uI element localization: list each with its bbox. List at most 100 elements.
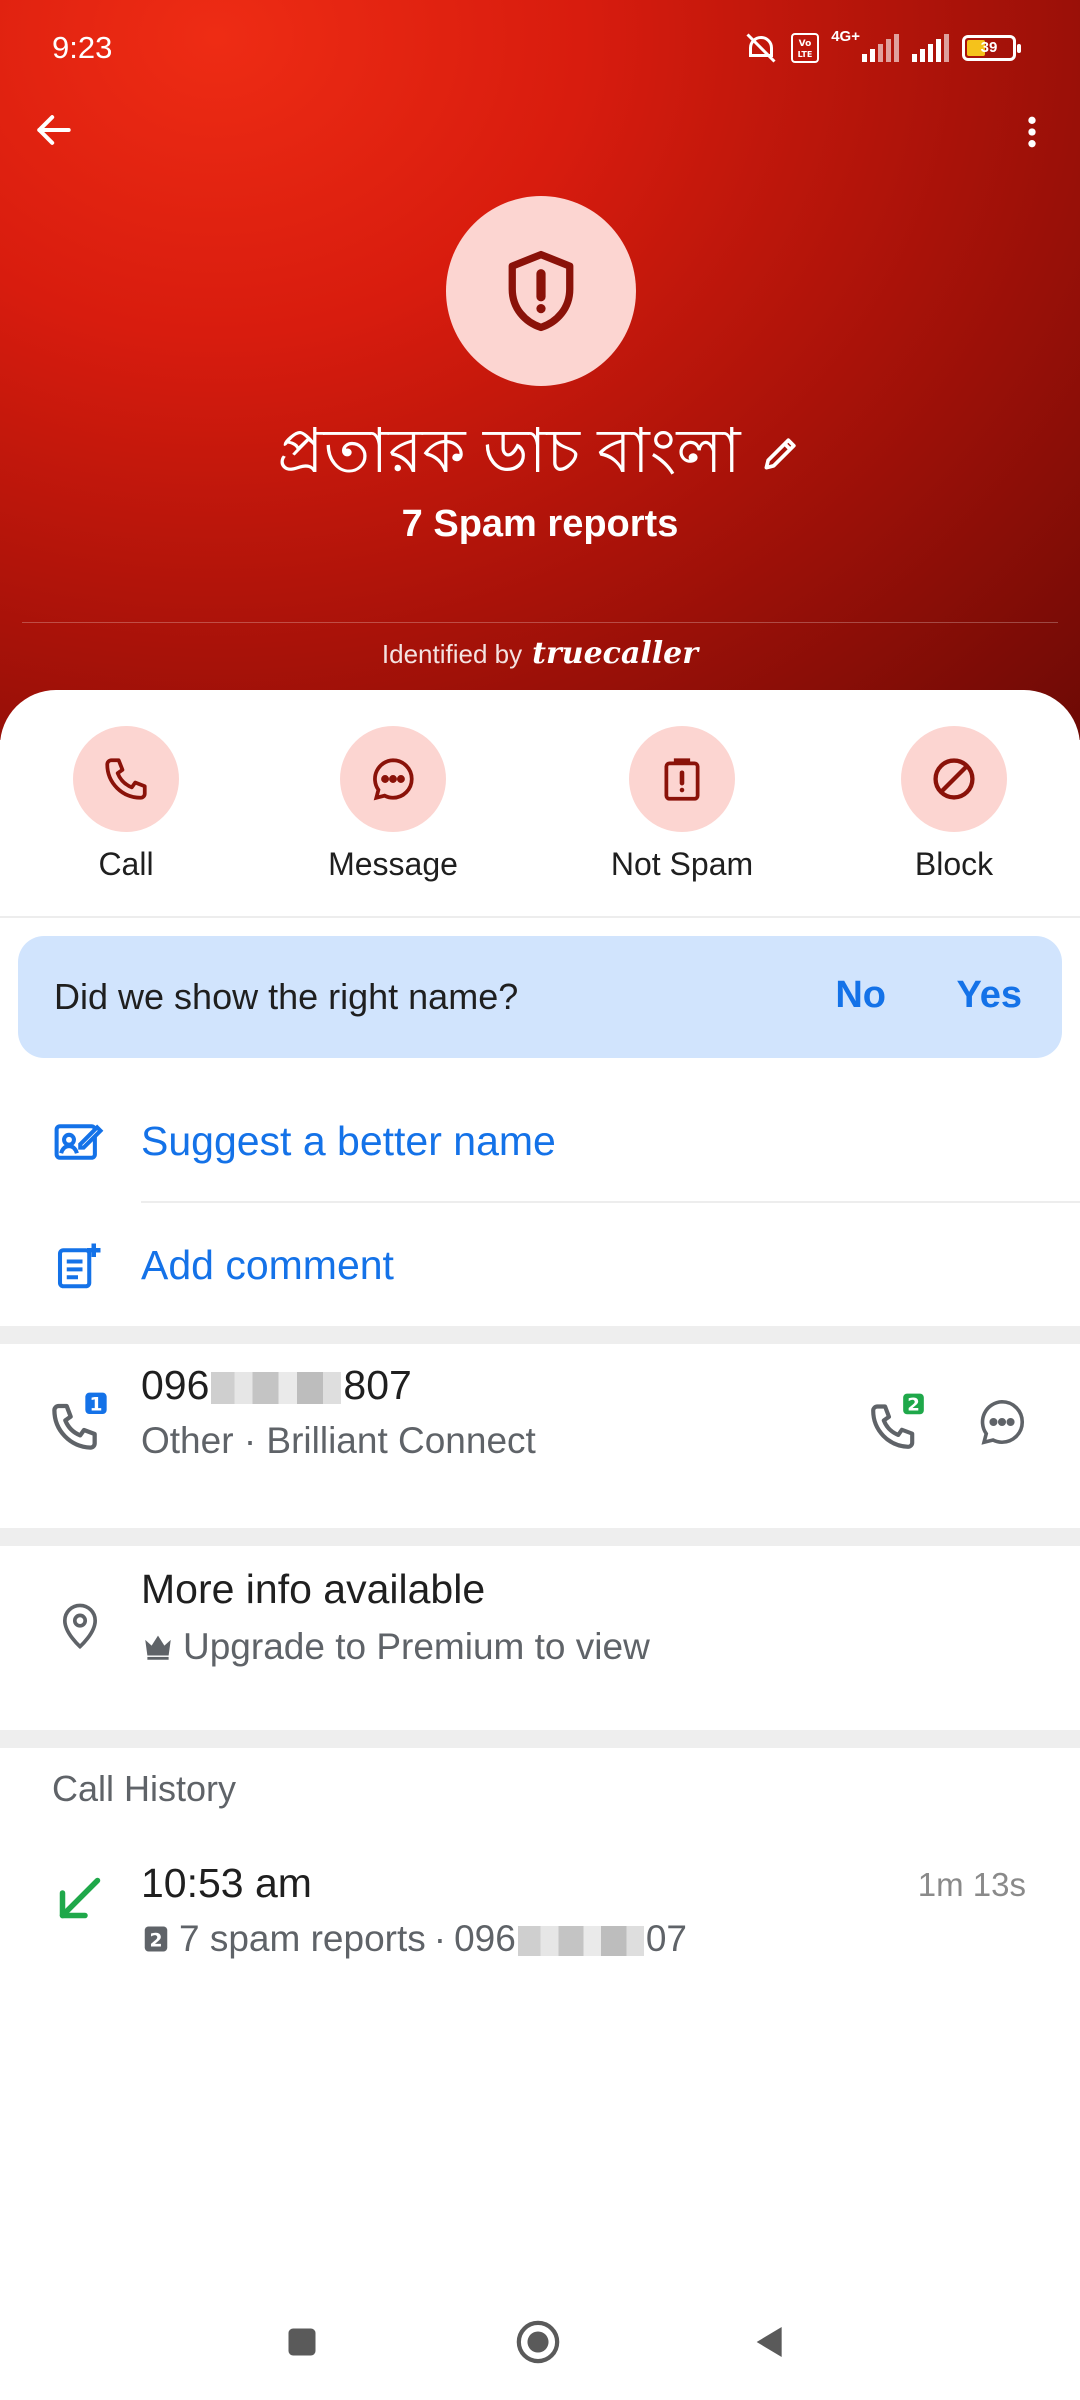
feedback-question: Did we show the right name? — [54, 976, 519, 1017]
feedback-yes-button[interactable]: Yes — [956, 974, 1022, 1017]
system-nav-bar — [0, 2290, 1080, 2400]
suggest-name-row[interactable]: Suggest a better name — [0, 1080, 1080, 1200]
call-time: 10:53 am — [141, 1860, 312, 1906]
section-divider — [0, 1326, 1080, 1344]
phone-number-row[interactable]: 1 096 807 Other · Brilliant Connect 2 — [0, 1346, 1080, 1486]
spam-avatar — [446, 196, 636, 386]
more-info-subtitle: Upgrade to Premium to view — [141, 1626, 650, 1668]
call-action-label: Call — [98, 846, 154, 882]
suggest-name-link[interactable]: Suggest a better name — [141, 1118, 556, 1165]
contact-details-card: Call Message Not Spam Block Did we show … — [0, 690, 1080, 2400]
incoming-call-icon — [59, 1877, 101, 1919]
note-add-icon — [50, 1238, 106, 1294]
svg-text:1: 1 — [90, 1394, 103, 1415]
not-spam-action-label: Not Spam — [610, 846, 754, 882]
recents-button[interactable] — [274, 2314, 330, 2370]
signal-icon-sim1 — [862, 34, 899, 62]
block-icon — [933, 758, 975, 800]
message-action-circle[interactable] — [340, 726, 446, 832]
block-action-circle[interactable] — [901, 726, 1007, 832]
battery-level: 39 — [980, 39, 998, 56]
call-number-prefix: 096 — [454, 1918, 516, 1959]
header-divider — [22, 622, 1058, 623]
clipboard-alert-icon — [664, 758, 700, 801]
premium-upsell-text: Upgrade to Premium to view — [183, 1626, 650, 1667]
call-sim2-button[interactable]: 2 — [866, 1390, 930, 1454]
action-divider — [0, 916, 1080, 918]
signal-icon-sim2 — [912, 34, 949, 62]
block-action[interactable]: Block — [854, 726, 1054, 883]
status-bar: 9:23 Vo LTE 4G+ 39 — [0, 0, 1080, 100]
message-action-label: Message — [328, 846, 458, 882]
add-comment-row[interactable]: Add comment — [0, 1204, 1080, 1324]
redacted-digits — [211, 1372, 342, 1405]
phone-sim2-icon: 2 — [871, 1393, 924, 1449]
phone-sim1-icon: 1 — [52, 1392, 107, 1450]
contact-name-row: প্রতারক ডাচ বাংলা — [0, 404, 1080, 507]
location-pin-icon — [48, 1594, 112, 1658]
add-comment-link[interactable]: Add comment — [141, 1242, 394, 1289]
phone-number: 096 807 — [141, 1362, 412, 1409]
name-feedback-banner: Did we show the right name? No Yes — [18, 936, 1062, 1058]
not-spam-action-circle[interactable] — [629, 726, 735, 832]
call-spam-count: 7 spam reports — [179, 1918, 426, 1959]
arrow-left-icon — [37, 115, 71, 145]
home-button[interactable] — [510, 2314, 566, 2370]
home-circle-icon — [516, 2320, 560, 2364]
battery-icon: 39 — [962, 35, 1021, 61]
block-action-label: Block — [914, 846, 994, 882]
call-history-entry[interactable]: 10:53 am 2 7 spam reports · 096 07 1m 13s — [0, 1820, 1080, 1970]
spam-report-count: 7 Spam reports — [401, 503, 679, 545]
svg-text:LTE: LTE — [798, 50, 813, 59]
phone-icon — [105, 758, 147, 800]
call-number: 096 07 — [454, 1918, 687, 1960]
volte-icon: VoLTE — [791, 33, 820, 63]
message-action[interactable]: Message — [293, 726, 493, 883]
more-info-title: More info available — [141, 1566, 486, 1612]
back-nav-button[interactable] — [742, 2314, 798, 2370]
status-icons: Vo LTE 4G+ 39 — [743, 28, 1021, 68]
action-bar: Call Message Not Spam Block — [0, 726, 1080, 896]
svg-text:2: 2 — [149, 1931, 162, 1952]
not-spam-action[interactable]: Not Spam — [582, 726, 782, 883]
svg-text:Vo: Vo — [799, 39, 812, 49]
svg-text:2: 2 — [907, 1395, 920, 1416]
back-button[interactable] — [28, 104, 80, 156]
feedback-no-button[interactable]: No — [835, 974, 886, 1017]
contact-header: 9:23 Vo LTE 4G+ 39 প্রতারক ডাচ বাংলা 7 Sp… — [0, 0, 1080, 740]
triangle-back-icon — [756, 2327, 782, 2357]
alarm-off-icon — [746, 33, 776, 63]
send-message-button[interactable] — [970, 1390, 1034, 1454]
call-history-title: Call History — [52, 1768, 237, 1809]
contact-name: প্রতারক ডাচ বাংলা — [277, 417, 741, 486]
more-vert-icon — [1028, 116, 1036, 148]
call-number-suffix: 07 — [645, 1918, 687, 1959]
call-duration: 1m 13s — [917, 1866, 1026, 1903]
crown-icon — [145, 1635, 171, 1660]
detail-separator: · — [433, 1918, 447, 1959]
identified-by: Identified by truecaller — [0, 636, 1080, 671]
more-options-button[interactable] — [1004, 104, 1060, 160]
more-info-row[interactable]: More info available Upgrade to Premium t… — [0, 1550, 1080, 1690]
sim2-badge-icon: 2 — [144, 1926, 168, 1952]
status-time: 9:23 — [52, 30, 113, 65]
phone-number-suffix: 807 — [343, 1362, 412, 1408]
call-action-circle[interactable] — [73, 726, 179, 832]
shield-alert-icon — [508, 250, 574, 332]
square-icon — [288, 2328, 316, 2356]
truecaller-logo: truecaller — [532, 636, 699, 671]
phone-number-prefix: 096 — [141, 1362, 210, 1408]
section-divider — [0, 1730, 1080, 1748]
pencil-icon — [764, 438, 796, 470]
phone-number-type: Other · Brilliant Connect — [141, 1420, 536, 1461]
link-divider — [141, 1201, 1080, 1203]
call-details: 2 7 spam reports · 096 07 — [141, 1918, 687, 1960]
call-action[interactable]: Call — [26, 726, 226, 883]
edit-contact-icon — [50, 1114, 106, 1170]
chat-bubble-icon — [373, 758, 414, 801]
redacted-digits — [517, 1926, 644, 1957]
edit-name-button[interactable] — [759, 431, 803, 480]
section-divider — [0, 1528, 1080, 1546]
chat-bubble-icon — [980, 1399, 1024, 1445]
network-type: 4G+ — [831, 28, 860, 45]
